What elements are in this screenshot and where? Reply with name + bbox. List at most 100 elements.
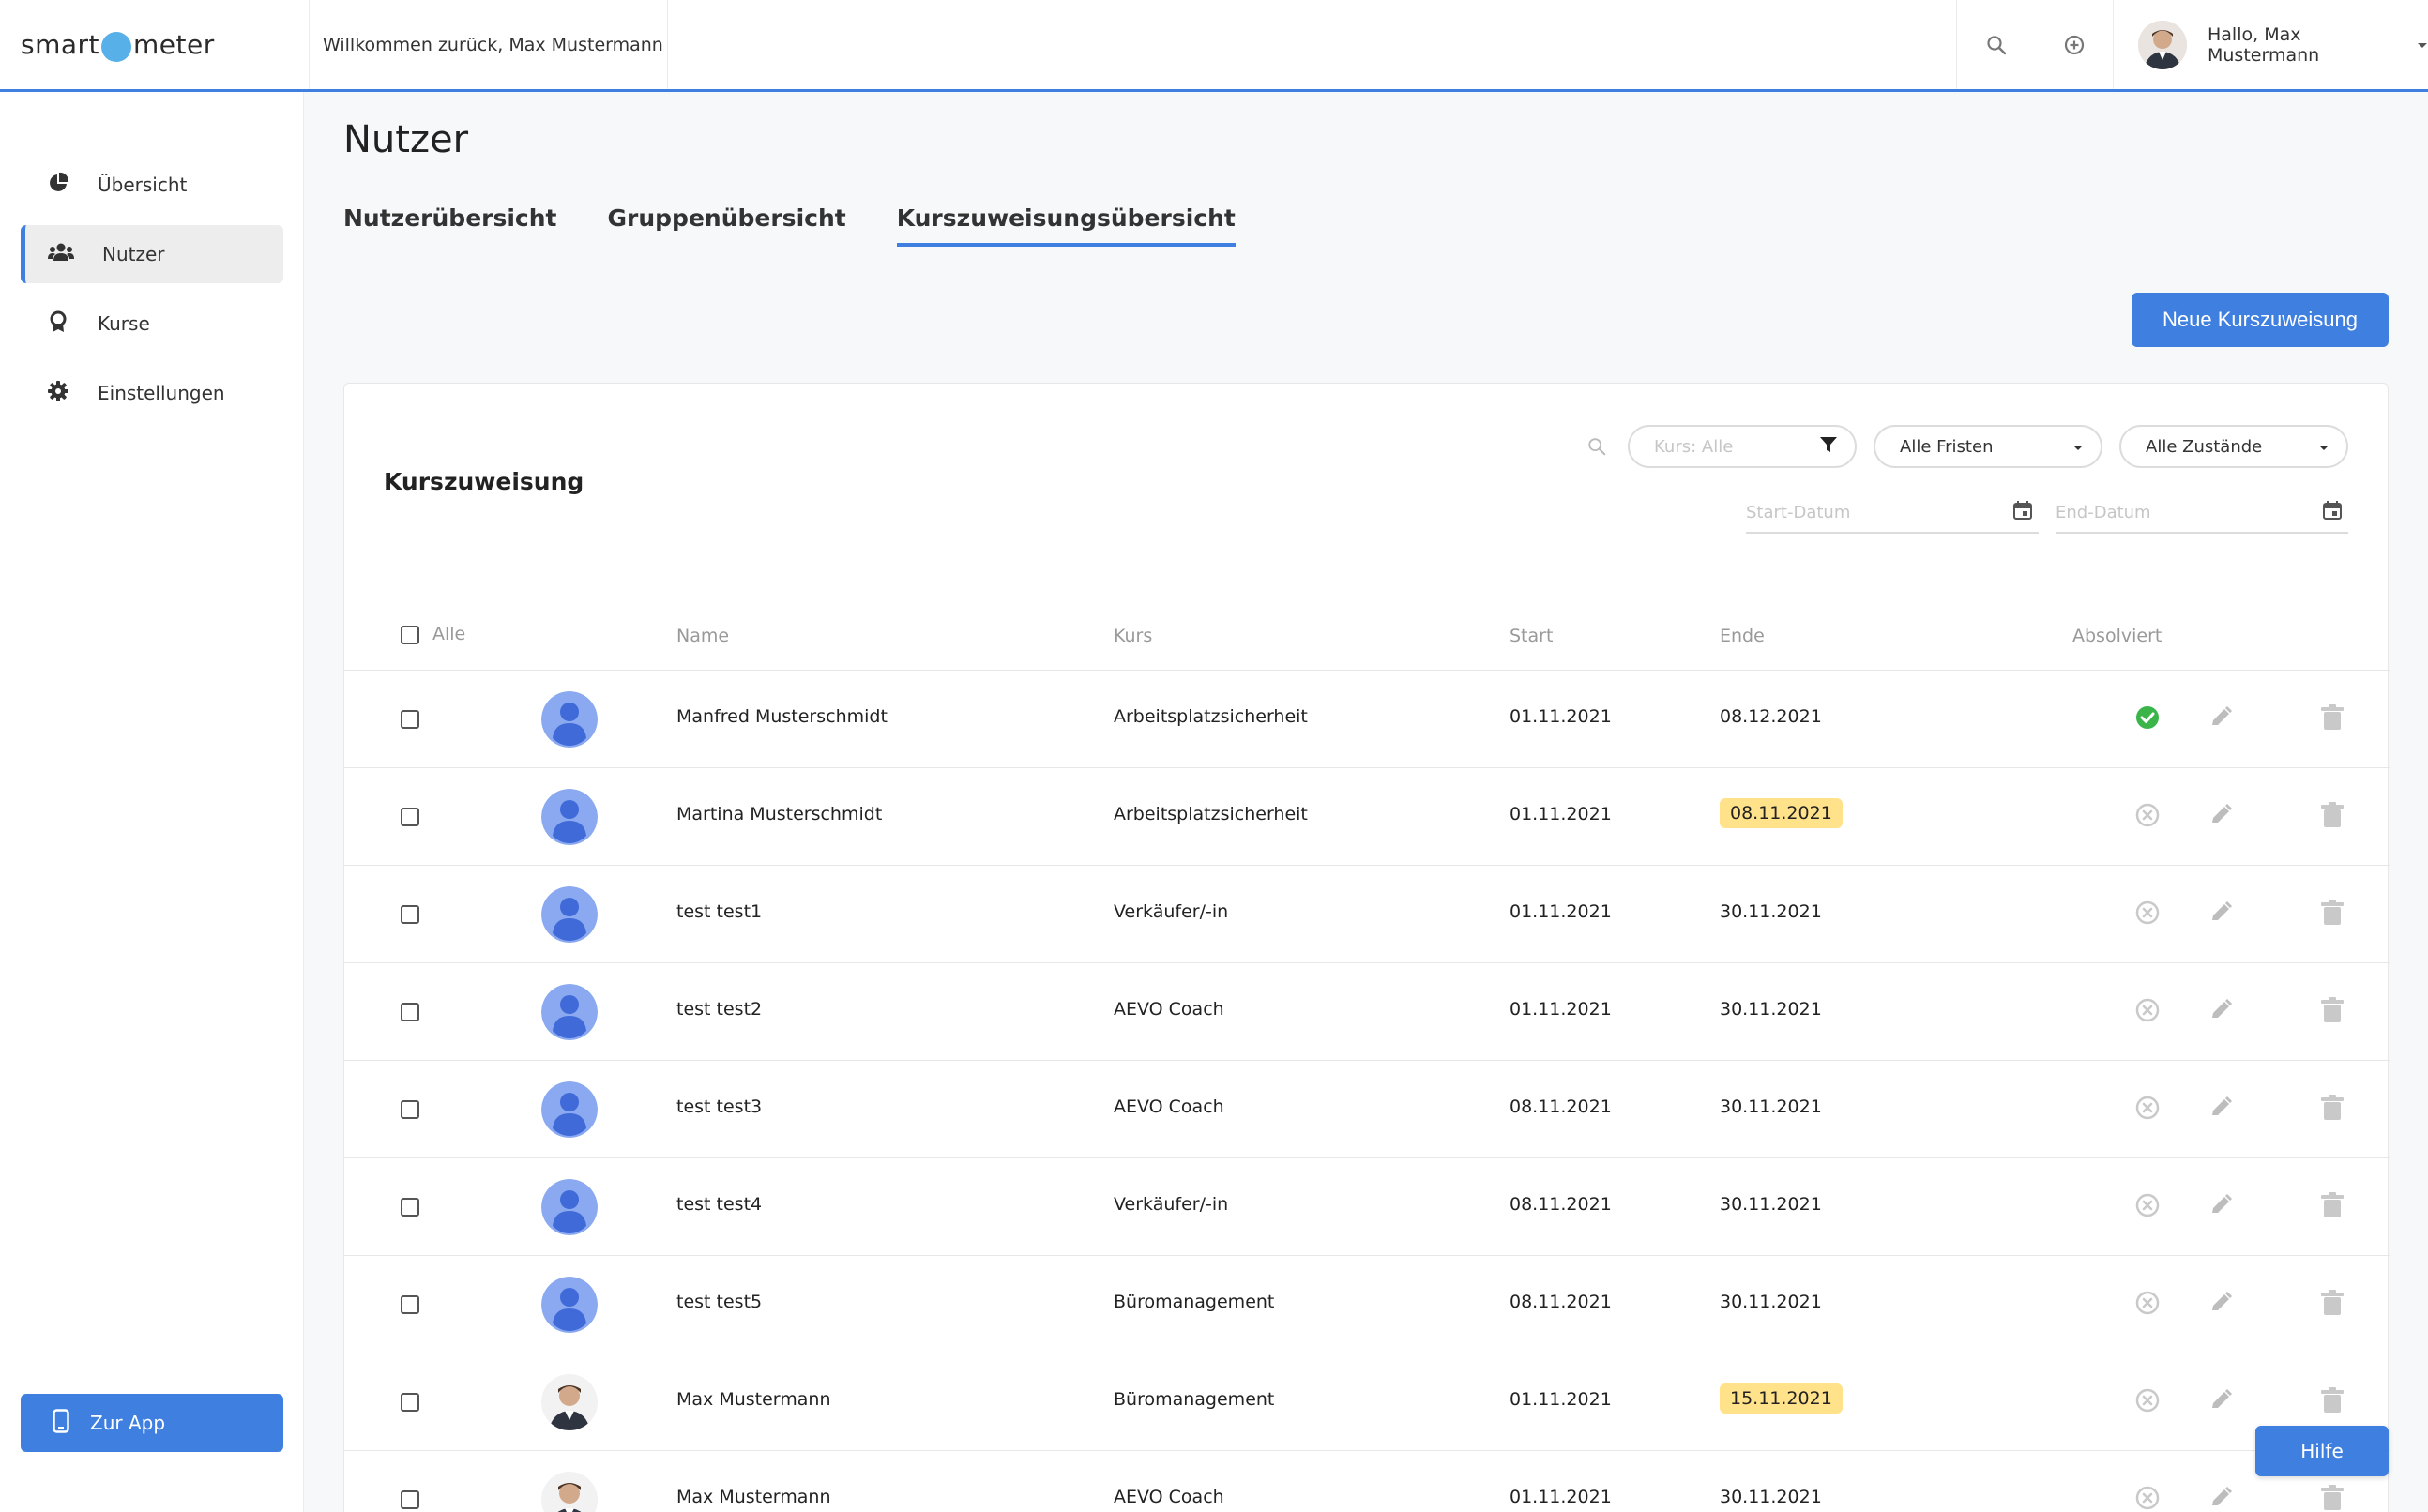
edit-icon[interactable] (2208, 1485, 2234, 1511)
start-date-cell: 01.11.2021 (1510, 1487, 1612, 1507)
deadline-select[interactable]: Alle Fristen (1874, 425, 2102, 468)
trash-icon[interactable] (2320, 997, 2345, 1023)
column-start[interactable]: Start (1510, 626, 1553, 646)
trash-icon[interactable] (2320, 900, 2345, 926)
table-row[interactable]: test test2 AEVO Coach 01.11.2021 30.11.2021 (344, 963, 2390, 1061)
new-course-assignment-button[interactable]: Neue Kurszuweisung (2132, 293, 2389, 347)
start-date-cell: 01.11.2021 (1510, 999, 1612, 1020)
user-avatar (541, 1472, 598, 1512)
column-absolviert[interactable]: Absolviert (2072, 626, 2162, 646)
add-circle-icon[interactable] (2056, 26, 2093, 64)
trash-icon[interactable] (2320, 1290, 2345, 1316)
course-cell: Arbeitsplatzsicherheit (1114, 804, 1308, 824)
table-row[interactable]: Manfred Musterschmidt Arbeitsplatzsicherh… (344, 671, 2390, 768)
trash-icon[interactable] (2320, 1485, 2345, 1511)
table-row[interactable]: test test4 Verkäufer/-in 08.11.2021 30.11.2… (344, 1158, 2390, 1256)
x-circle-icon (2134, 802, 2161, 828)
gear-icon (47, 380, 69, 407)
end-date-cell: 30.11.2021 (1720, 999, 1822, 1020)
column-kurs[interactable]: Kurs (1114, 626, 1152, 646)
edit-icon[interactable] (2208, 997, 2234, 1023)
zur-app-button[interactable]: Zur App (21, 1394, 283, 1452)
row-checkbox[interactable] (401, 1100, 419, 1119)
end-date-cell: 30.11.2021 (1720, 1096, 1822, 1117)
row-checkbox[interactable] (401, 1003, 419, 1021)
start-date-field[interactable]: Start-Datum (1746, 492, 2039, 534)
user-name-cell[interactable]: test test5 (676, 1292, 762, 1312)
row-checkbox[interactable] (401, 808, 419, 826)
edit-icon[interactable] (2208, 1095, 2234, 1121)
tab-kurszuweisungsuebersicht[interactable]: Kurszuweisungsübersicht (896, 204, 1236, 247)
sidebar-item-einstellungen[interactable]: Einstellungen (21, 364, 283, 422)
start-date-cell: 08.11.2021 (1510, 1194, 1612, 1215)
table-row[interactable]: Max Mustermann Büromanagement 01.11.2021 15… (344, 1353, 2390, 1451)
edit-icon[interactable] (2208, 802, 2234, 828)
user-menu[interactable]: Hallo, Max Mustermann (2114, 0, 2428, 89)
end-date-field[interactable]: End-Datum (2056, 492, 2348, 534)
course-assignment-card: Kurszuweisung Kurs: Alle Alle Fristen Al… (343, 383, 2390, 1512)
help-button[interactable]: Hilfe (2255, 1426, 2389, 1476)
edit-icon[interactable] (2208, 900, 2234, 926)
search-icon[interactable] (1978, 26, 2015, 64)
table-row[interactable]: test test1 Verkäufer/-in 01.11.2021 30.11.2… (344, 866, 2390, 963)
logo-mark-icon (101, 31, 132, 62)
column-ende[interactable]: Ende (1720, 626, 1765, 646)
status-select-value: Alle Zustände (2146, 436, 2263, 457)
user-name-cell[interactable]: Martina Musterschmidt (676, 804, 882, 824)
row-checkbox[interactable] (401, 1198, 419, 1217)
user-name-cell[interactable]: test test4 (676, 1194, 762, 1215)
row-checkbox[interactable] (401, 905, 419, 924)
column-name[interactable]: Name (676, 626, 729, 646)
end-date-cell: 30.11.2021 (1720, 1194, 1822, 1215)
row-checkbox[interactable] (401, 1393, 419, 1412)
edit-icon[interactable] (2208, 1290, 2234, 1316)
status-select[interactable]: Alle Zustände (2119, 425, 2348, 468)
course-cell: AEVO Coach (1114, 999, 1224, 1020)
course-cell: AEVO Coach (1114, 1096, 1224, 1117)
start-date-cell: 01.11.2021 (1510, 1389, 1612, 1410)
tab-gruppenuebersicht[interactable]: Gruppenübersicht (608, 204, 846, 247)
edit-icon[interactable] (2208, 704, 2234, 731)
tab-nutzeruebersicht[interactable]: Nutzerübersicht (343, 204, 557, 247)
filter-icon[interactable] (1819, 435, 1838, 459)
end-date-cell: 30.11.2021 (1720, 1292, 1822, 1312)
trash-icon[interactable] (2320, 802, 2345, 828)
trash-icon[interactable] (2320, 1095, 2345, 1121)
sidebar-item-uebersicht[interactable]: Übersicht (21, 156, 283, 214)
user-name-cell[interactable]: test test3 (676, 1096, 762, 1117)
trash-icon[interactable] (2320, 704, 2345, 731)
course-cell: Verkäufer/-in (1114, 901, 1229, 922)
user-name-cell[interactable]: Max Mustermann (676, 1487, 831, 1507)
calendar-icon[interactable] (2322, 500, 2343, 525)
sidebar-item-label: Nutzer (102, 243, 165, 265)
end-date-cell: 08.12.2021 (1720, 706, 1822, 727)
trash-icon[interactable] (2320, 1387, 2345, 1414)
table-row[interactable]: test test5 Büromanagement 08.11.2021 30.11.… (344, 1256, 2390, 1353)
edit-icon[interactable] (2208, 1192, 2234, 1218)
user-greeting: Hallo, Max Mustermann (2208, 23, 2320, 66)
table-row[interactable]: Martina Musterschmidt Arbeitsplatzsicherh… (344, 768, 2390, 866)
sidebar-item-nutzer[interactable]: Nutzer (21, 225, 283, 283)
sidebar-item-kurse[interactable]: Kurse (21, 295, 283, 353)
course-filter-input[interactable]: Kurs: Alle (1628, 425, 1857, 468)
user-avatar (541, 789, 598, 845)
row-checkbox[interactable] (401, 1490, 419, 1509)
select-all-checkbox[interactable] (401, 626, 419, 644)
trash-icon[interactable] (2320, 1192, 2345, 1218)
end-date-cell: 30.11.2021 (1720, 1487, 1822, 1507)
user-name-cell[interactable]: test test2 (676, 999, 762, 1020)
row-checkbox[interactable] (401, 710, 419, 729)
calendar-icon[interactable] (2012, 500, 2033, 525)
sidebar-item-label: Kurse (98, 312, 150, 335)
user-name-cell[interactable]: Max Mustermann (676, 1389, 831, 1410)
search-icon[interactable] (1586, 436, 1607, 461)
smartmeter-logo[interactable]: smart meter (0, 0, 310, 89)
row-checkbox[interactable] (401, 1295, 419, 1314)
table-row[interactable]: test test3 AEVO Coach 08.11.2021 30.11.2021 (344, 1061, 2390, 1158)
edit-icon[interactable] (2208, 1387, 2234, 1414)
user-name-cell[interactable]: test test1 (676, 901, 762, 922)
user-avatar (541, 1179, 598, 1235)
table-row[interactable]: Max Mustermann AEVO Coach 01.11.2021 30.11.… (344, 1451, 2390, 1512)
x-circle-icon (2134, 1485, 2161, 1511)
user-name-cell[interactable]: Manfred Musterschmidt (676, 706, 888, 727)
